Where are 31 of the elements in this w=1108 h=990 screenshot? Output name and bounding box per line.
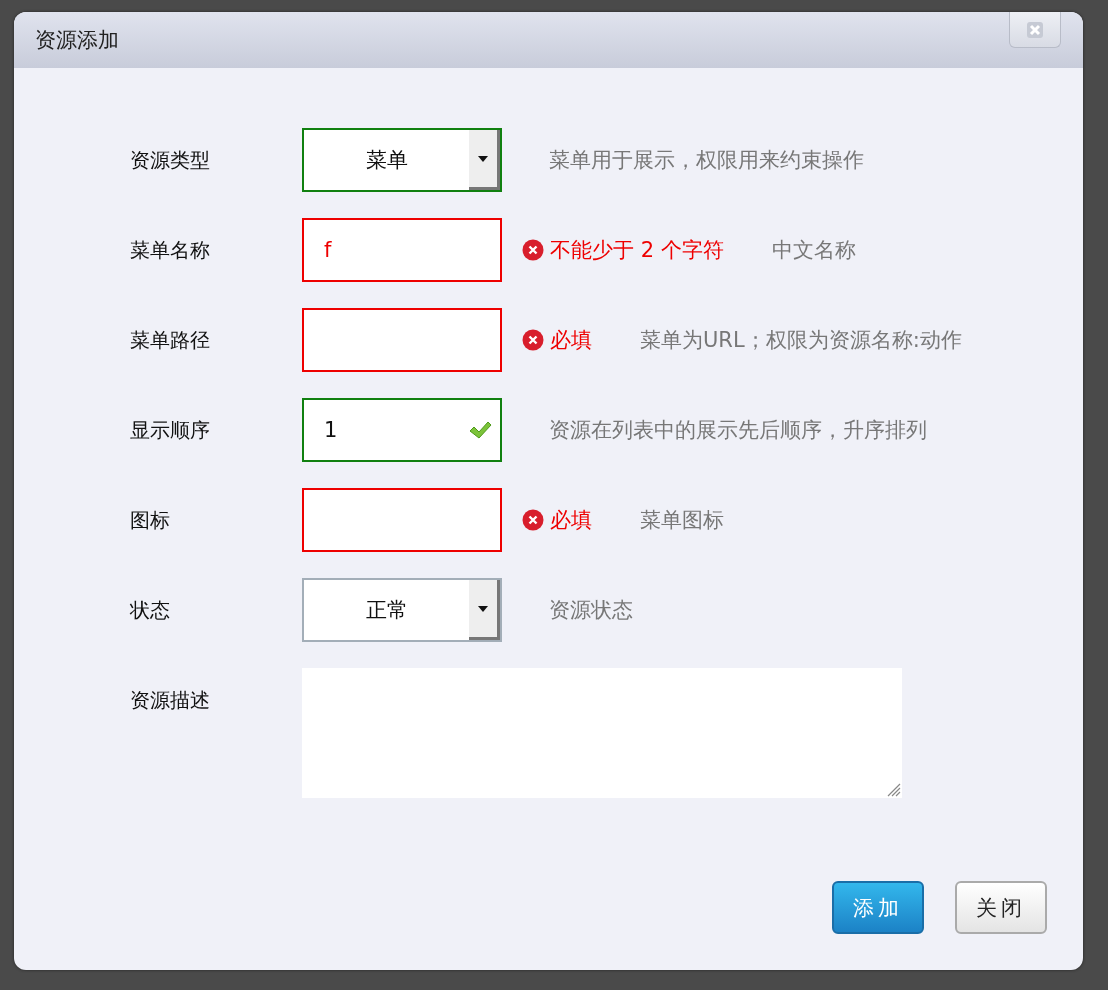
field-hint: 资源状态 [549, 597, 633, 624]
dropdown[interactable]: 菜单 [302, 128, 502, 192]
error-message: 不能少于 2 个字符 [550, 237, 724, 264]
field-hint: 菜单为URL；权限为资源名称:动作 [640, 327, 962, 354]
input-field[interactable] [302, 308, 502, 372]
field-label: 图标 [130, 507, 171, 534]
field-label: 资源类型 [130, 147, 211, 174]
error-message: 必填 [550, 507, 592, 534]
error-icon [522, 329, 544, 351]
check-icon [468, 420, 492, 440]
error-icon [522, 239, 544, 261]
dialog-title: 资源添加 [35, 27, 119, 54]
input-field[interactable]: f [302, 218, 502, 282]
field-label: 显示顺序 [130, 417, 211, 444]
field-label: 状态 [130, 597, 171, 624]
input-field[interactable]: 1 [302, 398, 502, 462]
dropdown[interactable]: 正常 [302, 578, 502, 642]
field-hint: 菜单图标 [640, 507, 724, 534]
field-label: 菜单路径 [130, 327, 211, 354]
field-label: 资源描述 [130, 687, 211, 714]
field-hint: 中文名称 [771, 237, 856, 264]
error-message: 必填 [550, 327, 592, 354]
error-icon [522, 509, 544, 531]
close-dialog-button[interactable]: 关闭 [955, 881, 1047, 934]
close-icon [1026, 20, 1044, 39]
caret-icon [478, 155, 488, 162]
caret-icon [478, 605, 488, 612]
input-field[interactable] [302, 488, 502, 552]
field-hint: 菜单用于展示，权限用来约束操作 [549, 147, 864, 174]
field-hint: 资源在列表中的展示先后顺序，升序排列 [549, 417, 927, 444]
field-label: 菜单名称 [130, 237, 211, 264]
